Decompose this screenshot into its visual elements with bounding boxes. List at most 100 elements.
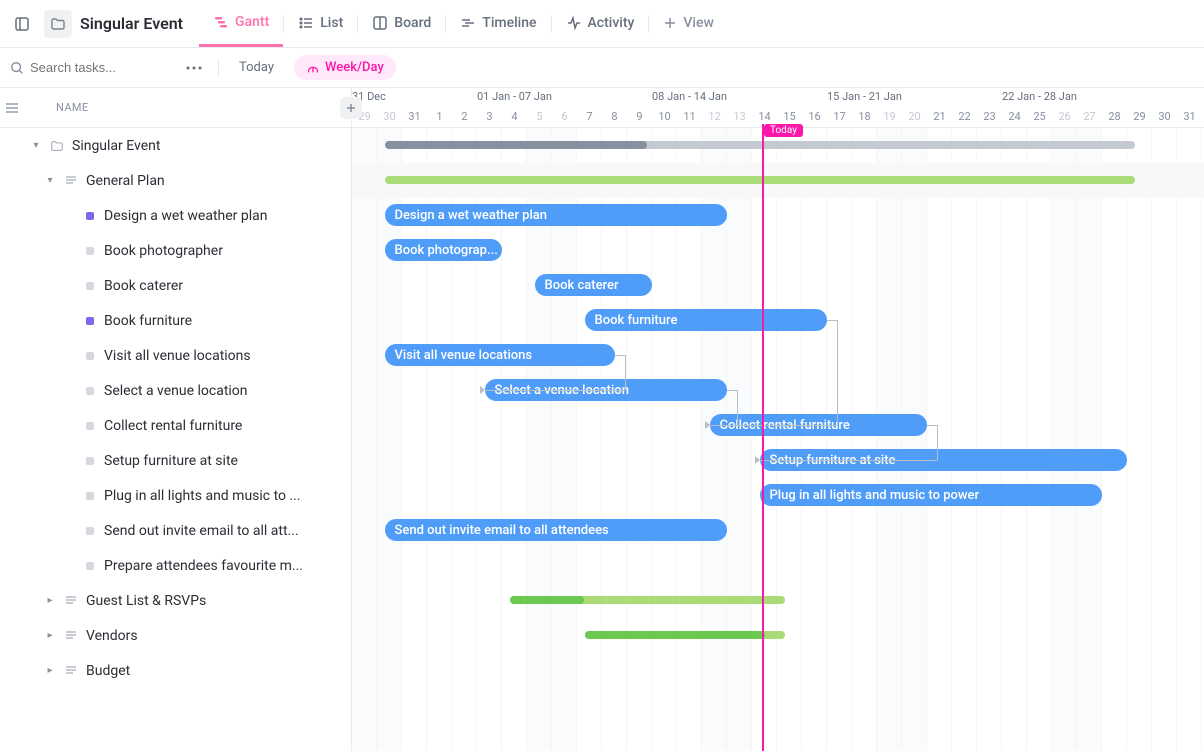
- activity-icon: [566, 15, 582, 31]
- status-dot[interactable]: [86, 457, 94, 465]
- zoom-icon: [306, 61, 320, 75]
- day-header: 2: [452, 106, 477, 127]
- caret-icon[interactable]: ▾: [30, 140, 42, 151]
- tab-list[interactable]: List: [284, 0, 357, 47]
- gantt-row: Design a wet weather plan: [352, 198, 1204, 233]
- more-options-button[interactable]: [180, 66, 208, 70]
- task-label[interactable]: Setup furniture at site: [104, 453, 238, 469]
- search-input[interactable]: [30, 60, 150, 75]
- doc-icon: [64, 629, 78, 643]
- tree-root-label[interactable]: Singular Event: [72, 138, 160, 154]
- sidebar-toggle-icon[interactable]: [8, 10, 36, 38]
- tree-group-label[interactable]: Budget: [86, 663, 130, 679]
- task-bar[interactable]: Book furniture: [585, 309, 828, 331]
- tree-group-label[interactable]: General Plan: [86, 173, 165, 189]
- task-label[interactable]: Plug in all lights and music to ...: [104, 488, 301, 504]
- task-label[interactable]: Send out invite email to all att...: [104, 523, 299, 539]
- tab-activity-label: Activity: [588, 15, 635, 31]
- task-bar[interactable]: Book caterer: [535, 274, 653, 296]
- weekday-toggle[interactable]: Week/Day: [294, 55, 396, 80]
- tab-list-label: List: [320, 15, 343, 31]
- tab-activity[interactable]: Activity: [552, 0, 649, 47]
- sidebar-menu-icon[interactable]: [0, 103, 24, 113]
- day-header: 5: [527, 106, 552, 127]
- gantt-row: [352, 548, 1204, 583]
- gantt-row: [352, 163, 1204, 198]
- day-header: 3: [477, 106, 502, 127]
- task-bar[interactable]: Design a wet weather plan: [385, 204, 728, 226]
- today-button[interactable]: Today: [229, 56, 284, 79]
- status-dot[interactable]: [86, 282, 94, 290]
- day-header: 24: [1002, 106, 1027, 127]
- gantt-icon: [213, 14, 229, 30]
- today-badge: Today: [764, 124, 803, 137]
- status-dot[interactable]: [86, 352, 94, 360]
- today-marker: [762, 124, 764, 751]
- task-bar[interactable]: Book photograp...: [385, 239, 503, 261]
- gantt-row: [352, 653, 1204, 688]
- day-header: 22: [952, 106, 977, 127]
- tab-timeline[interactable]: Timeline: [446, 0, 550, 47]
- caret-icon[interactable]: ▸: [44, 595, 56, 606]
- status-dot[interactable]: [86, 422, 94, 430]
- caret-icon[interactable]: ▸: [44, 630, 56, 641]
- summary-bar[interactable]: [385, 141, 1135, 149]
- summary-bar[interactable]: [385, 176, 1135, 184]
- gantt-row: Book photograp...: [352, 233, 1204, 268]
- day-header: 30: [377, 106, 402, 127]
- day-header: 18: [852, 106, 877, 127]
- day-header: 29: [1127, 106, 1152, 127]
- doc-icon: [64, 174, 78, 188]
- tab-add-label: View: [683, 15, 714, 31]
- name-column-header: NAME: [24, 101, 89, 114]
- task-label[interactable]: Book photographer: [104, 243, 223, 259]
- day-header: 31: [1177, 106, 1202, 127]
- task-label[interactable]: Prepare attendees favourite m...: [104, 558, 303, 574]
- status-dot[interactable]: [86, 562, 94, 570]
- caret-icon[interactable]: ▸: [44, 665, 56, 676]
- week-label: 22 Jan - 28 Jan: [1002, 90, 1077, 103]
- tab-timeline-label: Timeline: [482, 15, 536, 31]
- task-bar[interactable]: Plug in all lights and music to power: [760, 484, 1103, 506]
- tab-board[interactable]: Board: [358, 0, 445, 47]
- task-label[interactable]: Visit all venue locations: [104, 348, 251, 364]
- status-dot[interactable]: [86, 527, 94, 535]
- status-dot[interactable]: [86, 212, 94, 220]
- task-label[interactable]: Book caterer: [104, 278, 183, 294]
- task-bar[interactable]: Send out invite email to all attendees: [385, 519, 728, 541]
- task-bar[interactable]: Visit all venue locations: [385, 344, 615, 366]
- day-header: 21: [927, 106, 952, 127]
- caret-icon[interactable]: ▾: [44, 175, 56, 186]
- task-label[interactable]: Collect rental furniture: [104, 418, 242, 434]
- day-header: 27: [1077, 106, 1102, 127]
- task-label[interactable]: Book furniture: [104, 313, 192, 329]
- day-header: 28: [1102, 106, 1127, 127]
- status-dot[interactable]: [86, 247, 94, 255]
- tree-group-label[interactable]: Vendors: [86, 628, 138, 644]
- add-column-button[interactable]: [340, 97, 362, 119]
- day-header: 1: [427, 106, 452, 127]
- summary-bar[interactable]: [585, 631, 785, 639]
- status-dot[interactable]: [86, 387, 94, 395]
- day-header: 20: [902, 106, 927, 127]
- gantt-row: Book caterer: [352, 268, 1204, 303]
- tab-add-view[interactable]: View: [649, 0, 728, 47]
- tab-gantt[interactable]: Gantt: [199, 0, 283, 47]
- summary-bar[interactable]: [510, 596, 785, 604]
- task-label[interactable]: Select a venue location: [104, 383, 248, 399]
- status-dot[interactable]: [86, 317, 94, 325]
- task-label[interactable]: Design a wet weather plan: [104, 208, 268, 224]
- gantt-row: Send out invite email to all attendees: [352, 513, 1204, 548]
- search-input-wrap[interactable]: [10, 60, 170, 75]
- status-dot[interactable]: [86, 492, 94, 500]
- timeline-icon: [460, 15, 476, 31]
- gantt-chart[interactable]: 31 Dec01 Jan - 07 Jan08 Jan - 14 Jan15 J…: [352, 88, 1204, 751]
- day-header: 16: [802, 106, 827, 127]
- tree-group-label[interactable]: Guest List & RSVPs: [86, 593, 206, 609]
- board-icon: [372, 15, 388, 31]
- day-header: 17: [827, 106, 852, 127]
- day-header: 4: [502, 106, 527, 127]
- search-icon: [10, 61, 24, 75]
- gantt-row: [352, 583, 1204, 618]
- dots-icon: [186, 66, 202, 70]
